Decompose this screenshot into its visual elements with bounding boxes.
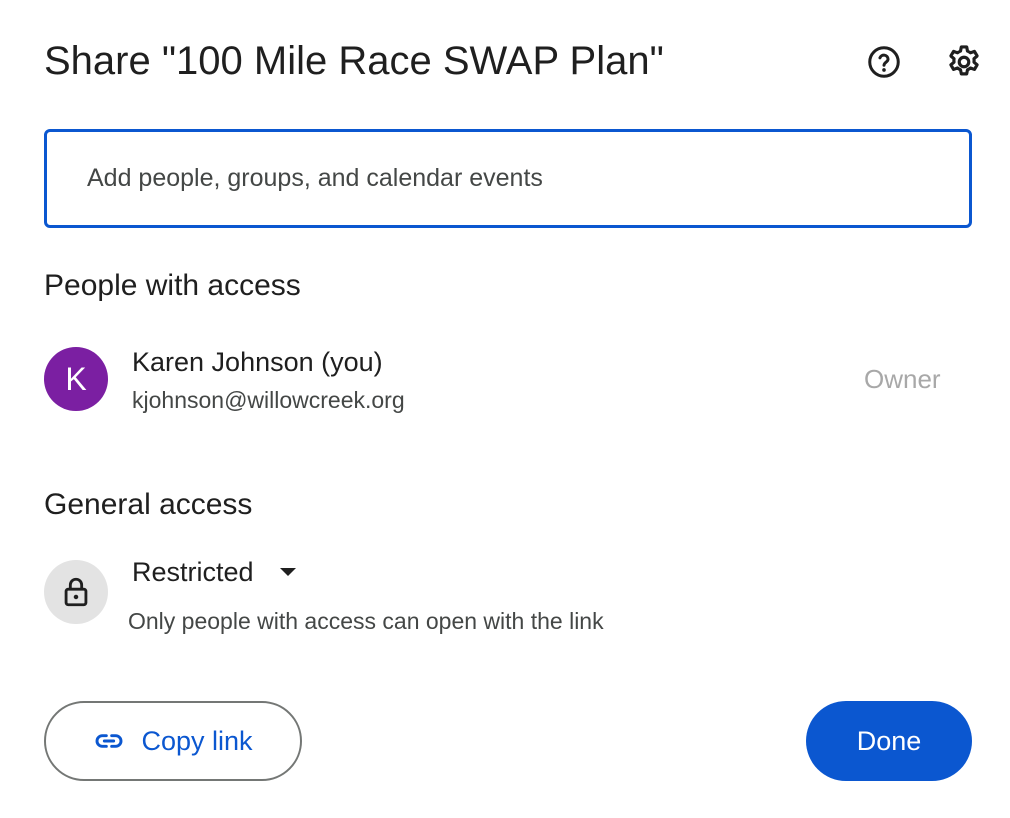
help-button[interactable] [860, 38, 908, 86]
general-access-selected: Restricted [132, 556, 254, 587]
people-with-access-heading: People with access [44, 269, 301, 302]
dialog-title: Share "100 Mile Race SWAP Plan" [44, 39, 664, 83]
share-dialog: Share "100 Mile Race SWAP Plan" People w… [0, 0, 1010, 818]
help-circle-icon [868, 46, 900, 78]
link-icon [96, 734, 123, 748]
avatar: K [44, 347, 108, 411]
done-button[interactable]: Done [806, 701, 972, 781]
general-access-dropdown[interactable]: Restricted [122, 550, 306, 594]
lock-icon-container [44, 560, 108, 624]
owner-role-label: Owner [864, 364, 941, 394]
add-people-input[interactable] [44, 129, 972, 228]
general-access-description: Only people with access can open with th… [128, 608, 604, 634]
gear-icon [949, 45, 979, 76]
person-name: Karen Johnson (you) [132, 347, 383, 377]
general-access-heading: General access [44, 488, 253, 521]
lock-icon [64, 577, 88, 607]
copy-link-button[interactable]: Copy link [44, 701, 302, 781]
settings-button[interactable] [940, 38, 988, 86]
person-email: kjohnson@willowcreek.org [132, 387, 405, 413]
dropdown-arrow-icon [279, 568, 296, 576]
copy-link-label: Copy link [141, 725, 253, 756]
